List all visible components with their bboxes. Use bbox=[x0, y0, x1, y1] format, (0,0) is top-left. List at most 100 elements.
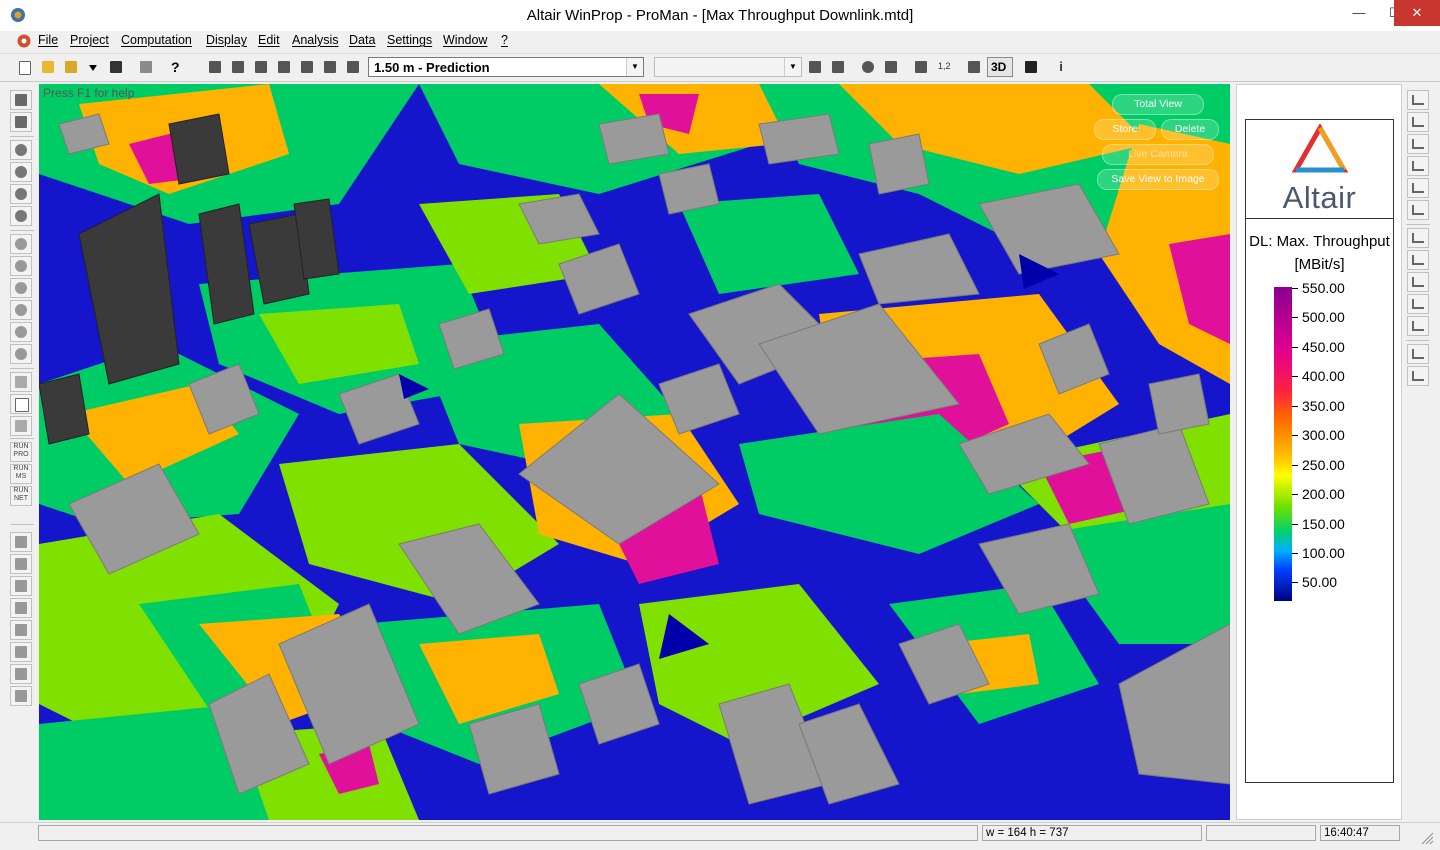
legend-title: DL: Max. Throughput [MBit/s] bbox=[1246, 230, 1393, 276]
tool-8-button[interactable] bbox=[805, 57, 825, 77]
save-button[interactable] bbox=[106, 57, 126, 77]
left-tool-20[interactable] bbox=[10, 686, 32, 706]
close-button[interactable]: ✕ bbox=[1394, 0, 1440, 26]
tool-4-button[interactable] bbox=[274, 57, 294, 77]
menu-edit[interactable]: Edit bbox=[258, 33, 280, 47]
left-tool-2[interactable] bbox=[10, 112, 32, 132]
help-question-icon: ? bbox=[171, 59, 180, 75]
tool-3-button[interactable] bbox=[251, 57, 271, 77]
menu-bar: File Project Computation Display Edit An… bbox=[0, 31, 1440, 80]
left-tool-15[interactable] bbox=[10, 576, 32, 596]
run-net-button[interactable]: RUN NET bbox=[10, 486, 32, 506]
left-tool-5[interactable] bbox=[10, 184, 32, 204]
menu-computation[interactable]: Computation bbox=[121, 33, 192, 47]
open-project-button[interactable] bbox=[61, 57, 81, 77]
tool-6-button[interactable] bbox=[320, 57, 340, 77]
antenna-tool-3[interactable] bbox=[10, 278, 32, 298]
analysis-tool-1[interactable] bbox=[1407, 90, 1429, 110]
tool-11-button[interactable] bbox=[881, 57, 901, 77]
live-camera-button[interactable]: Live Camera bbox=[1102, 144, 1214, 165]
tool-2-icon bbox=[232, 61, 244, 73]
resize-grip-icon[interactable] bbox=[1420, 831, 1434, 845]
grid-tool[interactable] bbox=[10, 372, 32, 392]
histogram-icon bbox=[1412, 277, 1424, 287]
tool-14-button[interactable] bbox=[964, 57, 984, 77]
menu-data[interactable]: Data bbox=[349, 33, 375, 47]
new-file-button[interactable] bbox=[15, 57, 35, 77]
left-tool-18[interactable] bbox=[10, 642, 32, 662]
chart-icon bbox=[1412, 117, 1424, 127]
analysis-tool-8[interactable] bbox=[1407, 250, 1429, 270]
legend-tick-label: 200.00 bbox=[1302, 486, 1345, 502]
left-tool-17[interactable] bbox=[10, 620, 32, 640]
left-tool-13[interactable] bbox=[10, 532, 32, 552]
menu-help[interactable]: ? bbox=[501, 33, 508, 47]
edit-tool[interactable] bbox=[10, 416, 32, 436]
left-tool-6[interactable] bbox=[10, 206, 32, 226]
map-3d-viewport[interactable]: Press F1 for help Total View Store Delet… bbox=[39, 84, 1230, 820]
menu-window[interactable]: Window bbox=[443, 33, 487, 47]
analysis-tool-5[interactable] bbox=[1407, 178, 1429, 198]
prediction-height-select[interactable]: 1.50 m - Prediction ▼ bbox=[368, 57, 644, 77]
antenna-tool-4[interactable] bbox=[10, 300, 32, 320]
left-tool-16[interactable] bbox=[10, 598, 32, 618]
run-pro-button[interactable]: RUN PRO bbox=[10, 442, 32, 462]
context-help-button[interactable]: ? bbox=[167, 57, 187, 77]
left-tool-16-icon bbox=[15, 602, 27, 614]
left-tool-4[interactable] bbox=[10, 162, 32, 182]
analysis-tool-3[interactable] bbox=[1407, 134, 1429, 154]
save-view-to-image-button[interactable]: Save View to Image bbox=[1097, 169, 1219, 190]
left-tool-19-icon bbox=[15, 668, 27, 680]
tool-12-button[interactable] bbox=[911, 57, 931, 77]
minimize-button[interactable]: — bbox=[1341, 0, 1377, 26]
open-file-button[interactable] bbox=[38, 57, 58, 77]
run-ms-button[interactable]: RUN MS bbox=[10, 464, 32, 484]
analysis-tool-12[interactable] bbox=[1407, 344, 1429, 364]
settings-wrench-button[interactable] bbox=[1021, 57, 1041, 77]
antenna-tool-1[interactable] bbox=[10, 234, 32, 254]
analysis-tool-9[interactable] bbox=[1407, 272, 1429, 292]
store-view-button[interactable]: Store bbox=[1094, 119, 1156, 140]
left-tool-1[interactable] bbox=[10, 90, 32, 110]
menu-display[interactable]: Display bbox=[206, 33, 247, 47]
total-view-button[interactable]: Total View bbox=[1112, 94, 1204, 115]
left-tool-18-icon bbox=[15, 646, 27, 658]
menu-analysis[interactable]: Analysis bbox=[292, 33, 339, 47]
analysis-tool-11[interactable] bbox=[1407, 316, 1429, 336]
tool-2-button[interactable] bbox=[228, 57, 248, 77]
tool-13-button[interactable]: 1,2 bbox=[934, 57, 954, 77]
analysis-tool-2[interactable] bbox=[1407, 112, 1429, 132]
dropdown-arrow-button[interactable] bbox=[83, 57, 103, 77]
left-tool-14[interactable] bbox=[10, 554, 32, 574]
area-tool[interactable] bbox=[10, 394, 32, 414]
analysis-tool-13[interactable] bbox=[1407, 366, 1429, 386]
info-button[interactable]: i bbox=[1051, 57, 1071, 77]
left-tool-19[interactable] bbox=[10, 664, 32, 684]
analysis-tool-7[interactable] bbox=[1407, 228, 1429, 248]
antenna-tool-6[interactable] bbox=[10, 344, 32, 364]
menu-settings[interactable]: Settings bbox=[387, 33, 432, 47]
delete-view-button[interactable]: Delete bbox=[1161, 119, 1219, 140]
secondary-select[interactable]: ▼ bbox=[654, 57, 802, 77]
document-icon[interactable] bbox=[16, 33, 32, 49]
tool-7-button[interactable] bbox=[343, 57, 363, 77]
left-tool-3[interactable] bbox=[10, 140, 32, 160]
analysis-tool-6[interactable] bbox=[1407, 200, 1429, 220]
tool-9-button[interactable] bbox=[828, 57, 848, 77]
analysis-tool-4[interactable] bbox=[1407, 156, 1429, 176]
tool-1-button[interactable] bbox=[205, 57, 225, 77]
tool-10-button[interactable] bbox=[858, 57, 878, 77]
left-tool-20-icon bbox=[15, 690, 27, 702]
analysis-tool-10[interactable] bbox=[1407, 294, 1429, 314]
status-dimensions: w = 164 h = 737 bbox=[982, 825, 1202, 841]
view-3d-button[interactable]: 3D bbox=[987, 57, 1013, 77]
chart-icon bbox=[1412, 95, 1424, 105]
left-tool-3-icon bbox=[15, 144, 27, 156]
antenna-tool-2[interactable] bbox=[10, 256, 32, 276]
antenna-tool-5[interactable] bbox=[10, 322, 32, 342]
tool-5-button[interactable] bbox=[297, 57, 317, 77]
menu-file[interactable]: File bbox=[38, 33, 58, 47]
print-button[interactable] bbox=[136, 57, 156, 77]
menu-project[interactable]: Project bbox=[70, 33, 109, 47]
legend-tick bbox=[1292, 347, 1298, 348]
